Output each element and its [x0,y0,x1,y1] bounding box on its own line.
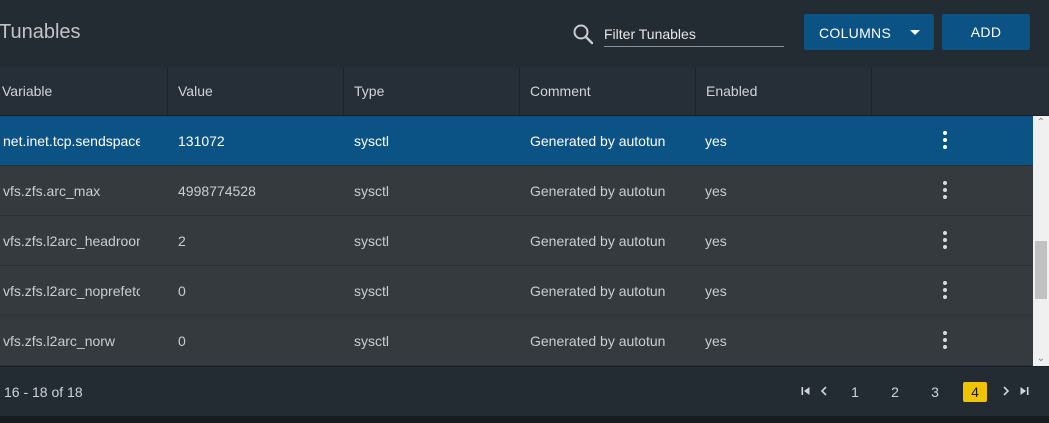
table-row[interactable]: net.inet.tcp.sendspace 131072 sysctl Gen… [0,116,1033,166]
column-header-variable[interactable]: Variable [0,67,168,115]
column-header-actions [872,67,1049,115]
table-row[interactable]: vfs.zfs.l2arc_norw 0 sysctl Generated by… [0,316,1033,366]
cell-comment: Generated by autotune [530,233,666,249]
page-2[interactable]: 2 [883,382,907,402]
kebab-menu-icon[interactable] [939,331,951,351]
cell-enabled: yes [705,133,727,149]
scroll-down-icon[interactable]: ⌄ [1033,352,1049,366]
table-row[interactable]: vfs.zfs.l2arc_noprefetch 0 sysctl Genera… [0,266,1033,316]
page-1[interactable]: 1 [843,382,867,402]
cell-type: sysctl [354,133,389,149]
cell-variable: vfs.zfs.l2arc_headroom [3,233,140,249]
kebab-menu-icon[interactable] [939,181,951,201]
cell-variable: vfs.zfs.l2arc_noprefetch [3,283,140,299]
page-title: Tunables [0,21,81,43]
cell-comment: Generated by autotune [530,133,666,149]
kebab-menu-icon[interactable] [939,231,951,251]
cell-comment: Generated by autotune [530,183,666,199]
cell-value: 0 [178,333,186,349]
page-header: Tunables COLUMNS ADD [0,0,1049,68]
kebab-menu-icon[interactable] [939,131,951,151]
cell-comment: Generated by autotune [530,283,666,299]
cell-type: sysctl [354,283,389,299]
cell-value: 4998774528 [178,183,256,199]
cell-type: sysctl [354,333,389,349]
columns-button[interactable]: COLUMNS [804,14,934,50]
first-page-icon[interactable] [800,385,812,397]
search-icon[interactable] [572,23,594,45]
column-header-comment[interactable]: Comment [520,67,696,115]
scrollbar-thumb[interactable] [1035,241,1047,299]
next-page-icon[interactable] [1000,385,1012,397]
table-row[interactable]: vfs.zfs.arc_max 4998774528 sysctl Genera… [0,166,1033,216]
columns-button-label: COLUMNS [819,25,892,41]
cell-enabled: yes [705,233,727,249]
last-page-icon[interactable] [1018,385,1030,397]
cell-comment: Generated by autotune [530,333,666,349]
filter-tunables-input[interactable] [604,22,784,47]
pagination-range: 16 - 18 of 18 [4,384,83,400]
table-footer: 16 - 18 of 18 1 2 3 4 [0,366,1049,417]
page-4-current[interactable]: 4 [963,382,987,402]
page-3[interactable]: 3 [923,382,947,402]
cell-enabled: yes [705,333,727,349]
previous-page-icon[interactable] [818,385,830,397]
cell-type: sysctl [354,233,389,249]
cell-variable: vfs.zfs.arc_max [3,183,101,199]
table-body: net.inet.tcp.sendspace 131072 sysctl Gen… [0,116,1033,366]
cell-enabled: yes [705,283,727,299]
add-button[interactable]: ADD [942,14,1030,50]
table-header: Variable Value Type Comment Enabled [0,67,1049,116]
column-header-type[interactable]: Type [344,67,520,115]
scroll-up-icon[interactable]: ⌃ [1033,116,1049,130]
cell-value: 131072 [178,133,225,149]
cell-variable: vfs.zfs.l2arc_norw [3,333,116,349]
cell-enabled: yes [705,183,727,199]
vertical-scrollbar[interactable]: ⌃ ⌄ [1033,116,1049,366]
cell-variable: net.inet.tcp.sendspace [3,133,140,149]
kebab-menu-icon[interactable] [939,281,951,301]
column-header-value[interactable]: Value [168,67,344,115]
bottom-strip [0,416,1049,423]
cell-value: 0 [178,283,186,299]
cell-type: sysctl [354,183,389,199]
column-header-enabled[interactable]: Enabled [696,67,872,115]
cell-value: 2 [178,233,186,249]
chevron-down-icon [910,30,920,35]
table-row[interactable]: vfs.zfs.l2arc_headroom 2 sysctl Generate… [0,216,1033,266]
